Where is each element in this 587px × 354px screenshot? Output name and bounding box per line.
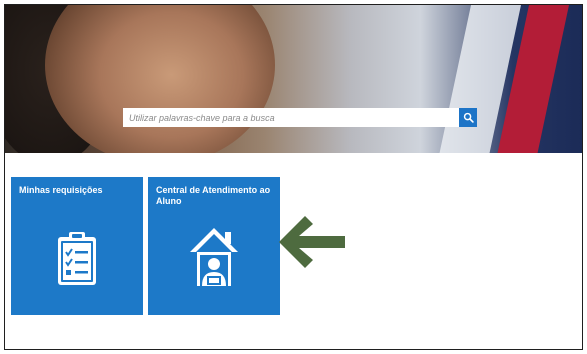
- hero-banner: [5, 5, 582, 153]
- arrow-left-icon: [275, 212, 349, 277]
- hero-photo-face: [45, 5, 275, 153]
- search-icon: [463, 112, 474, 123]
- tile-minhas-requisicoes[interactable]: Minhas requisições: [11, 177, 143, 315]
- tile-central-atendimento-aluno[interactable]: Central de Atendimento ao Aluno: [148, 177, 280, 315]
- tile-title: Minhas requisições: [19, 185, 103, 195]
- search-input[interactable]: [123, 108, 459, 127]
- page-frame: Minhas requisições Central de Atendiment…: [4, 4, 583, 350]
- search-button[interactable]: [459, 108, 477, 127]
- clipboard-checklist-icon: [55, 230, 99, 293]
- house-person-icon: [188, 226, 240, 293]
- search-bar: [123, 108, 477, 127]
- tile-title: Central de Atendimento ao Aluno: [156, 185, 271, 206]
